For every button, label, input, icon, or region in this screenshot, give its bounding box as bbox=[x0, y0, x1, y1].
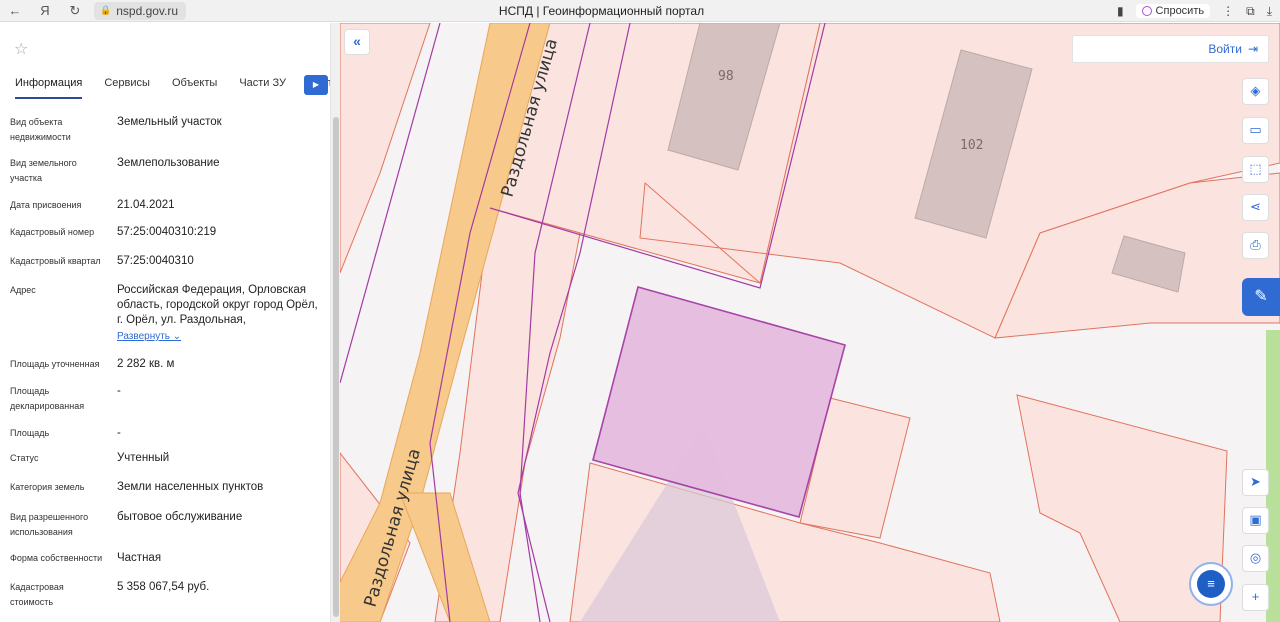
panel-scrollbar[interactable] bbox=[330, 23, 340, 622]
zoom-in-button[interactable]: + bbox=[1242, 584, 1269, 611]
address-bar[interactable]: 🔒 nspd.gov.ru bbox=[94, 1, 187, 20]
yandex-icon[interactable]: Я bbox=[30, 3, 60, 18]
ask-button[interactable]: Спросить bbox=[1135, 4, 1211, 18]
star-icon[interactable]: ☆ bbox=[14, 39, 28, 59]
attribute-value: 5 358 067,54 руб. bbox=[117, 581, 210, 593]
map-svg: Раздольная улица Раздольная улица 98 102 bbox=[340, 23, 1280, 622]
expand-label: Развернуть bbox=[117, 331, 171, 342]
url-text: nspd.gov.ru bbox=[116, 3, 179, 18]
reload-icon[interactable]: ↻ bbox=[60, 3, 90, 19]
attribute-label: Вид земельного участка bbox=[10, 158, 77, 183]
attribute-label: Форма собственности bbox=[10, 553, 103, 563]
geolocation-button[interactable]: ◎ bbox=[1242, 545, 1269, 572]
login-icon: ⇥ bbox=[1247, 42, 1258, 56]
lock-icon: 🔒 bbox=[100, 5, 112, 15]
attribute-value: Учтенный bbox=[117, 452, 170, 464]
ask-icon bbox=[1141, 6, 1152, 16]
attribute-label: Кадастровый номер bbox=[10, 227, 95, 237]
attribute-label: Площадь декларированная bbox=[10, 386, 85, 411]
share-button[interactable]: ⋖ bbox=[1242, 194, 1269, 221]
attribute-value: Частная bbox=[117, 552, 162, 564]
attribute-label: Статус bbox=[10, 453, 39, 463]
attribute-value: - bbox=[117, 385, 121, 397]
building-number-102: 102 bbox=[960, 138, 983, 153]
panel-tabs: Информация Сервисы Объекты Части ЗУ Сост… bbox=[0, 75, 330, 101]
minimap-button[interactable]: ▣ bbox=[1242, 507, 1269, 534]
attribute-value: - bbox=[117, 427, 121, 439]
chat-icon: ≡ bbox=[1197, 570, 1225, 598]
print-button[interactable]: ⎙ bbox=[1242, 232, 1269, 259]
attribute-label: Площадь уточненная bbox=[10, 359, 100, 369]
attribute-label: Площадь bbox=[10, 428, 50, 438]
attribute-label: Кадастровая стоимость bbox=[10, 582, 64, 607]
attribute-value: Землепользование bbox=[117, 157, 220, 169]
attribute-label: Вид разрешенного использования bbox=[10, 512, 89, 537]
map-canvas[interactable]: Раздольная улица Раздольная улица 98 102 bbox=[340, 23, 1280, 622]
back-icon[interactable]: ← bbox=[0, 3, 30, 18]
address-value: Российская Федерация, Орловская область,… bbox=[117, 283, 322, 344]
tabs-next-button[interactable]: ▶ bbox=[304, 75, 328, 95]
feedback-tab[interactable]: ✎ bbox=[1242, 278, 1280, 316]
tab-services[interactable]: Сервисы bbox=[104, 75, 150, 99]
tab-information[interactable]: Информация bbox=[15, 75, 83, 99]
attribute-value: Земельный участок bbox=[117, 116, 222, 128]
building-number-98: 98 bbox=[718, 69, 734, 84]
browser-bar: ← Я ↻ 🔒 nspd.gov.ru НСПД | Геоинформацио… bbox=[0, 0, 1280, 22]
select-area-button[interactable]: ⬚ bbox=[1242, 156, 1269, 183]
attribute-label: Дата присвоения bbox=[10, 200, 82, 210]
layers-button[interactable]: ◈ bbox=[1242, 78, 1269, 105]
info-panel: ☆ Информация Сервисы Объекты Части ЗУ Со… bbox=[0, 23, 330, 622]
attribute-value: бытовое обслуживание bbox=[117, 511, 243, 523]
attribute-value: 21.04.2021 bbox=[117, 199, 175, 211]
chat-button[interactable]: ≡ bbox=[1189, 562, 1233, 606]
bookmark-icon[interactable]: ▮ bbox=[1117, 4, 1124, 18]
attribute-value: 57:25:0040310 bbox=[117, 255, 194, 267]
locate-button[interactable]: ➤ bbox=[1242, 469, 1269, 496]
attribute-value: 2 282 кв. м bbox=[117, 358, 175, 370]
collapse-panel-button[interactable]: « bbox=[344, 29, 370, 55]
login-label: Войти bbox=[1208, 42, 1242, 56]
land-lot bbox=[340, 23, 431, 274]
ask-label: Спросить bbox=[1155, 5, 1205, 17]
attribute-label: Вид объекта недвижимости bbox=[10, 117, 71, 142]
menu-icon[interactable]: ⋮ bbox=[1222, 4, 1234, 18]
cadastral-number: 57:25:0040310:219 bbox=[117, 226, 217, 238]
attribute-value: Земли населенных пунктов bbox=[117, 481, 264, 493]
scrollbar-thumb[interactable] bbox=[333, 117, 339, 617]
attribute-label: Кадастровый квартал bbox=[10, 256, 101, 266]
expand-link[interactable]: Развернуть ⌄ bbox=[117, 329, 181, 344]
download-icon[interactable]: ⤓ bbox=[1267, 4, 1272, 19]
tab-parts[interactable]: Части ЗУ bbox=[239, 75, 286, 99]
chevron-down-icon: ⌄ bbox=[172, 331, 182, 342]
ruler-button[interactable]: ▭ bbox=[1242, 117, 1269, 144]
collections-icon[interactable]: ⧉ bbox=[1246, 4, 1255, 19]
tab-objects[interactable]: Объекты bbox=[172, 75, 217, 99]
attribute-label: Адрес bbox=[10, 285, 36, 295]
address-text: Российская Федерация, Орловская область,… bbox=[117, 284, 318, 326]
attribute-label: Категория земель bbox=[10, 482, 85, 492]
login-button[interactable]: Войти ⇥ bbox=[1072, 35, 1269, 63]
